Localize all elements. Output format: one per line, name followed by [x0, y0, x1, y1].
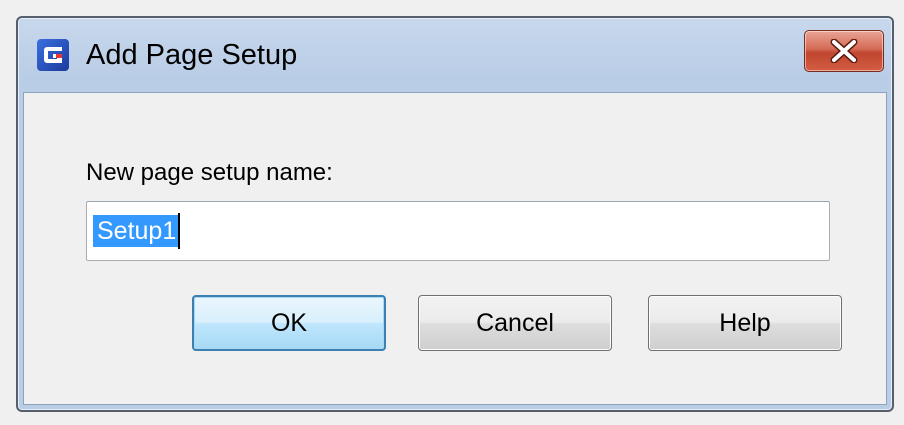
dialog-body: New page setup name: Setup1 OK Cancel He…	[23, 92, 887, 405]
app-logo-icon	[36, 38, 70, 72]
ok-button[interactable]: OK	[192, 295, 386, 351]
dialog-title: Add Page Setup	[86, 39, 298, 71]
close-icon	[830, 39, 858, 63]
setup-name-value: Setup1	[93, 215, 179, 247]
cancel-button[interactable]: Cancel	[418, 295, 612, 351]
close-button[interactable]	[804, 30, 884, 72]
setup-name-input[interactable]: Setup1	[86, 201, 830, 261]
title-bar[interactable]: Add Page Setup	[18, 18, 892, 92]
text-caret	[178, 213, 180, 249]
add-page-setup-dialog: Add Page Setup New page setup name: Setu…	[16, 16, 894, 412]
help-button[interactable]: Help	[648, 295, 842, 351]
setup-name-label: New page setup name:	[86, 159, 333, 186]
